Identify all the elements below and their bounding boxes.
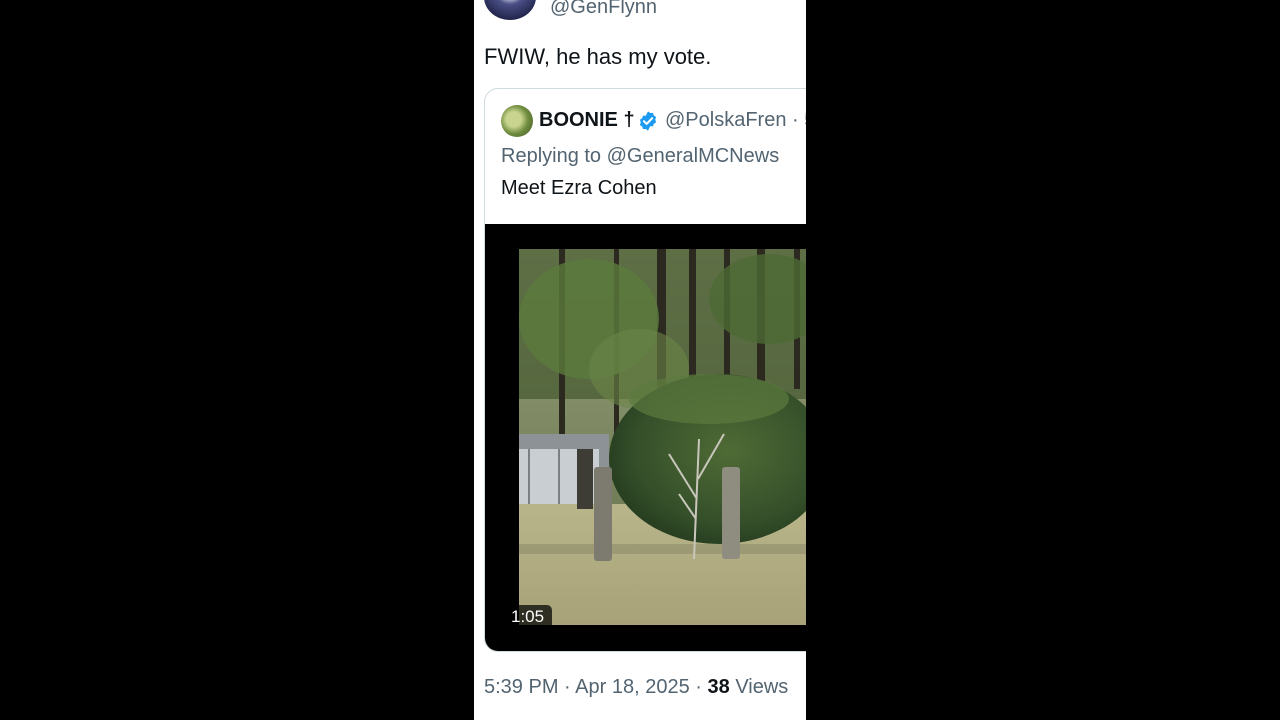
quoted-tweet-text: Meet Ezra Cohen bbox=[501, 177, 657, 199]
quoted-author-name[interactable]: BOONIE † bbox=[539, 109, 635, 132]
quoted-author-avatar[interactable] bbox=[501, 105, 533, 137]
tweet-text: FWIW, he has my vote. bbox=[484, 44, 712, 69]
author-avatar[interactable] bbox=[484, 0, 536, 20]
tweet-meta: 5:39 PM · Apr 18, 2025 · 38 Views bbox=[484, 676, 788, 699]
video-player[interactable]: 1:05 bbox=[485, 224, 806, 651]
replying-to-link[interactable]: @GeneralMCNews bbox=[607, 145, 780, 167]
replying-to-prefix: Replying to bbox=[501, 145, 602, 167]
replying-to-line: Replying to @GeneralMCNews bbox=[501, 145, 779, 168]
video-thumbnail[interactable] bbox=[519, 249, 806, 625]
quoted-time-fragment: · 5 bbox=[792, 109, 806, 131]
meta-separator: · bbox=[695, 676, 702, 698]
meta-separator: · bbox=[564, 676, 571, 698]
author-handle[interactable]: @GenFlynn bbox=[550, 0, 657, 19]
quoted-author-handle[interactable]: @PolskaFren · 5 bbox=[665, 109, 806, 132]
views-label: Views bbox=[735, 676, 789, 698]
tweet-time[interactable]: 5:39 PM bbox=[484, 676, 558, 698]
tweet-date[interactable]: Apr 18, 2025 bbox=[575, 676, 690, 698]
quoted-tweet[interactable]: BOONIE † @PolskaFren · 5 Replying to @Ge… bbox=[484, 88, 806, 652]
verified-badge-icon bbox=[639, 111, 657, 131]
quoted-handle-text[interactable]: @PolskaFren bbox=[665, 109, 786, 131]
video-duration-badge: 1:05 bbox=[503, 605, 553, 629]
views-count: 38 bbox=[707, 676, 730, 698]
tweet-screen: @GenFlynn FWIW, he has my vote. BOONIE †… bbox=[474, 0, 806, 720]
